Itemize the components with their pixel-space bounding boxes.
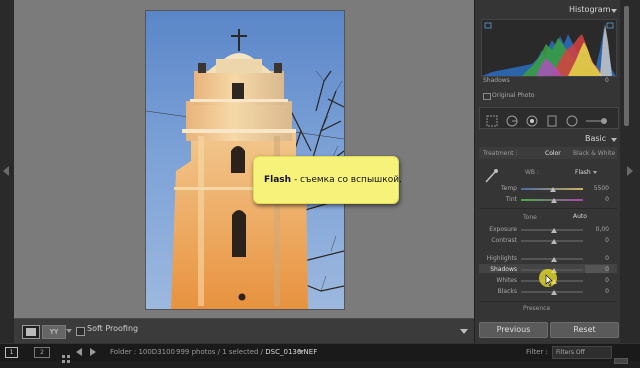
treatment-bw-option[interactable]: Black & White xyxy=(573,150,615,157)
view-mode-chevron-down-icon[interactable] xyxy=(66,329,72,333)
photo-count-text: 999 photos / 1 selected / xyxy=(176,348,266,356)
blacks-label: Blacks xyxy=(497,288,517,295)
highlights-value[interactable]: 0 xyxy=(585,255,609,262)
wb-preset-select[interactable]: Flash xyxy=(575,169,591,176)
tooltip-text: Flash - съемка со вспышкой. xyxy=(264,175,402,185)
left-panel-toggle[interactable] xyxy=(0,0,14,343)
crop-tool-icon[interactable] xyxy=(486,112,498,127)
photo-count: 999 photos / 1 selected / DSC_0136.NEF xyxy=(176,348,317,356)
before-after-view-button[interactable]: YY xyxy=(42,325,66,339)
treatment-color-option[interactable]: Color xyxy=(545,150,561,157)
basic-collapse-icon[interactable] xyxy=(611,138,617,142)
exposure-value[interactable]: 0,00 xyxy=(585,226,609,233)
loupe-view-icon[interactable] xyxy=(22,325,40,339)
radial-filter-icon[interactable] xyxy=(566,112,578,127)
scrollbar-thumb[interactable] xyxy=(624,6,629,126)
red-eye-icon[interactable] xyxy=(526,112,538,127)
temp-slider-thumb[interactable] xyxy=(550,187,556,192)
grid-view-icon[interactable] xyxy=(62,348,70,363)
divider xyxy=(479,301,617,302)
develop-tool-strip xyxy=(479,107,619,129)
expand-left-arrow-icon[interactable] xyxy=(3,166,9,176)
previous-button[interactable]: Previous xyxy=(479,322,548,338)
tooltip-description: - съемка со вспышкой. xyxy=(291,175,402,185)
blacks-slider-thumb[interactable] xyxy=(551,290,557,295)
soft-proofing-checkbox[interactable] xyxy=(76,327,85,336)
second-screen-button[interactable]: 2 xyxy=(34,347,50,358)
soft-proofing-label: Soft Proofing xyxy=(87,324,139,333)
develop-right-panel: Histogram Shadows 0 Original Photo Basic… xyxy=(474,0,621,343)
main-toolbar: YY Soft Proofing xyxy=(14,318,474,344)
histogram-collapse-icon[interactable] xyxy=(611,9,617,13)
wb-chevron-down-icon[interactable] xyxy=(593,171,597,174)
tone-label: Tone xyxy=(523,214,537,221)
whites-value[interactable]: 0 xyxy=(585,277,609,284)
flash-tooltip: Flash - съемка со вспышкой. xyxy=(253,156,402,204)
tint-slider-thumb[interactable] xyxy=(551,198,557,203)
tone-auto-button[interactable]: Auto xyxy=(573,213,587,220)
filename-chevron-down-icon[interactable] xyxy=(298,350,304,354)
histogram-graph xyxy=(481,19,617,77)
tooltip-bold: Flash xyxy=(264,175,292,185)
tint-value[interactable]: 0 xyxy=(585,196,609,203)
temp-label: Temp xyxy=(501,185,517,192)
collapse-right-arrow-icon[interactable] xyxy=(627,166,633,176)
white-balance-eyedropper-icon[interactable] xyxy=(483,168,499,184)
histogram-readout-value: 0 xyxy=(605,77,609,84)
wb-label: WB : xyxy=(525,169,539,176)
blacks-value[interactable]: 0 xyxy=(585,288,609,295)
whites-label: Whites xyxy=(496,277,517,284)
presence-label: Presence xyxy=(523,305,551,312)
highlights-slider-thumb[interactable] xyxy=(551,257,557,262)
graduated-filter-icon[interactable] xyxy=(546,112,558,127)
contrast-label: Contrast xyxy=(491,237,517,244)
folder-path: Folder : 100D3100 xyxy=(110,348,176,356)
cursor-highlight xyxy=(539,269,557,287)
back-arrow-icon[interactable] xyxy=(76,348,82,356)
toolbar-menu-chevron-down-icon[interactable] xyxy=(460,329,468,334)
tint-label: Tint xyxy=(505,196,517,203)
right-panel-scrollbar[interactable] xyxy=(620,0,640,343)
photo-canvas[interactable] xyxy=(14,0,474,318)
main-screen-button[interactable]: 1 xyxy=(5,347,18,358)
histogram-readout-label: Shadows xyxy=(483,77,510,84)
treatment-label: Treatment : xyxy=(483,150,518,157)
filmstrip-toggle-icon[interactable] xyxy=(613,349,629,365)
reset-button[interactable]: Reset xyxy=(550,322,619,338)
histogram-title: Histogram xyxy=(569,5,611,14)
filter-select[interactable]: Filters Off xyxy=(552,346,612,359)
histogram-chart xyxy=(482,22,616,76)
spot-removal-icon[interactable] xyxy=(506,112,518,127)
basic-section-title[interactable]: Basic xyxy=(585,134,606,143)
forward-arrow-icon[interactable] xyxy=(90,348,96,356)
original-photo-checkbox[interactable] xyxy=(483,93,491,100)
filter-value: Filters Off xyxy=(556,349,585,356)
temp-value[interactable]: 5500 xyxy=(585,185,609,192)
exposure-slider-thumb[interactable] xyxy=(551,228,557,233)
status-bar: 1 2 Folder : 100D3100 999 photos / 1 sel… xyxy=(0,343,640,365)
shadows-value[interactable]: 0 xyxy=(585,266,609,273)
contrast-slider-thumb[interactable] xyxy=(551,239,557,244)
divider xyxy=(479,208,617,209)
shadows-label: Shadows xyxy=(490,266,517,273)
contrast-value[interactable]: 0 xyxy=(585,237,609,244)
highlights-label: Highlights xyxy=(486,255,517,262)
filename[interactable]: DSC_0136.NEF xyxy=(265,348,317,356)
adjustment-brush-icon[interactable] xyxy=(584,112,610,124)
original-photo-label: Original Photo xyxy=(492,92,535,99)
filter-label: Filter : xyxy=(526,348,548,356)
exposure-label: Exposure xyxy=(489,226,517,233)
